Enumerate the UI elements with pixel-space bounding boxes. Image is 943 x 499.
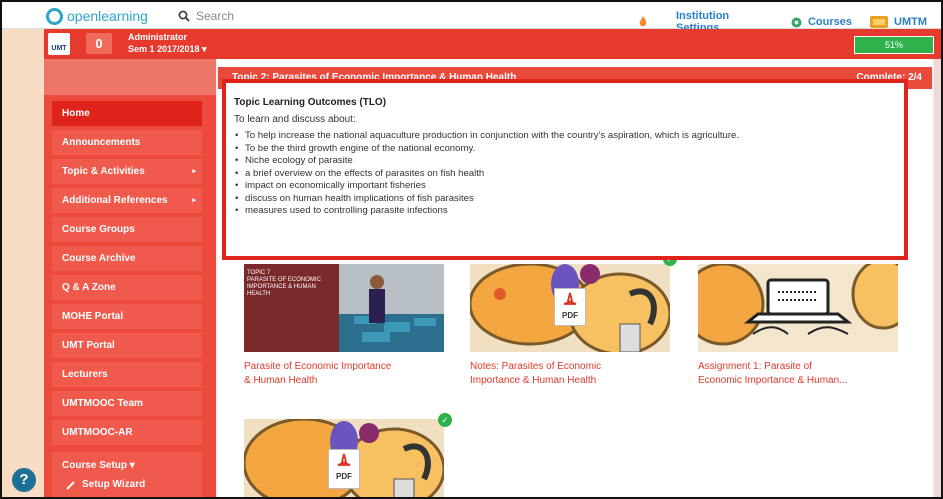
sidebar-item-qa-zone[interactable]: Q & A Zone [52,275,202,300]
courses-icon [791,17,802,27]
semester-selector[interactable]: Sem 1 2017/2018 ▾ [128,43,207,55]
sidebar-header [44,59,216,95]
sidebar-item-mohe-portal[interactable]: MOHE Portal [52,304,202,329]
course-setup-section[interactable]: Course Setup ▾ Setup Wizard [52,452,202,497]
sidebar-item-additional-references[interactable]: Additional References ▸ [52,188,202,213]
tlo-item: To help increase the national aquacultur… [234,130,896,143]
activity-card[interactable]: PDF ✓ [244,413,452,497]
sidebar-item-home[interactable]: Home [52,101,202,126]
laptop-illustration [698,264,898,352]
sidebar-item-course-archive[interactable]: Course Archive [52,246,202,271]
card-title-line-1: Assignment 1: Parasite of [698,361,812,372]
card-title-line-1: Notes: Parasites of Economic [470,361,602,372]
flame-icon [639,16,647,27]
sidebar-item-course-groups[interactable]: Course Groups [52,217,202,242]
help-button[interactable]: ? [12,468,36,492]
sidebar-item-umtmooc-team[interactable]: UMTMOOC Team [52,391,202,416]
top-navigation-bar: openlearning Search Institution Settings [2,2,941,34]
sidebar-item-label: UMTMOOC-AR [62,427,133,438]
sidebar-item-umt-portal[interactable]: UMT Portal [52,333,202,358]
institution-label: UMTM [894,16,927,28]
tlo-intro: To learn and discuss about: [234,114,356,125]
sidebar-menu: Home Announcements Topic & Activities ▸ A… [52,101,202,449]
right-scroll-strip [934,59,941,497]
sidebar: Home Announcements Topic & Activities ▸ A… [44,59,216,497]
search-icon [178,10,190,22]
user-info[interactable]: Administrator Sem 1 2017/2018 ▾ [128,31,207,55]
courses-label: Courses [807,16,852,28]
slide-title-text: TOPIC 7 PARASITE OF ECONOMIC IMPORTANCE … [247,270,321,297]
tlo-item: To be the third growth engine of the nat… [234,143,896,156]
wand-icon [66,480,75,490]
sidebar-item-label: Q & A Zone [62,282,116,293]
setup-wizard-link[interactable]: Setup Wizard [62,479,192,490]
screen-frame: openlearning Search Institution Settings [0,0,943,499]
card-title[interactable]: Assignment 1: Parasite of Economic Impor… [698,360,898,388]
logo-ring-icon [46,7,63,25]
sidebar-item-topic-activities[interactable]: Topic & Activities ▸ [52,159,202,184]
card-title-line-2: Economic Importance & Human... [698,375,848,386]
pdf-thumbnail: PDF [244,419,444,497]
notification-count[interactable]: 0 [86,33,112,54]
courses-link[interactable]: Courses [791,16,852,28]
search-placeholder: Search [196,9,235,23]
acrobat-icon [337,453,351,466]
search-box[interactable]: Search [178,9,234,23]
tlo-item: Niche ecology of parasite [234,155,896,168]
sidebar-item-label: UMT Portal [62,340,115,351]
openlearning-logo[interactable]: openlearning [46,7,148,25]
sidebar-item-announcements[interactable]: Announcements [52,130,202,155]
activity-card[interactable]: PDF Notes: Parasites of Economic Importa… [470,264,670,388]
tlo-item: a brief overview on the effects of paras… [234,168,896,181]
tlo-item: impact on economically important fisheri… [234,180,896,193]
course-progress-badge: 51% [854,36,934,54]
institution-link[interactable]: UMTM [870,16,927,28]
card-title-line-1: Parasite of Economic Importance [244,361,392,372]
institution-badge-icon [870,16,888,28]
pdf-icon: PDF [554,288,586,326]
pdf-label: PDF [336,472,352,481]
pdf-icon: PDF [328,449,360,489]
card-title[interactable]: Parasite of Economic Importance & Human … [244,360,444,388]
brand-name: openlearning [67,8,148,24]
left-margin-strip [2,29,44,497]
video-thumbnail: TOPIC 7 PARASITE OF ECONOMIC IMPORTANCE … [244,264,444,352]
sidebar-item-label: MOHE Portal [62,311,124,322]
pdf-thumbnail: PDF [470,264,670,352]
completed-check-icon: ✓ [438,413,452,427]
umt-logo: UMT [48,33,70,55]
card-title[interactable]: Notes: Parasites of Economic Importance … [470,360,670,388]
card-title-line-2: Importance & Human Health [470,375,597,386]
user-role: Administrator [128,32,188,42]
pdf-label: PDF [562,311,578,320]
activity-card[interactable]: TOPIC 7 PARASITE OF ECONOMIC IMPORTANCE … [244,264,444,388]
sidebar-item-label: Lecturers [62,369,108,380]
acrobat-icon [563,292,577,305]
sidebar-item-label: Additional References [62,195,168,206]
sidebar-item-label: Course Groups [62,224,135,235]
sidebar-item-label: Topic & Activities [62,166,145,177]
notification-item[interactable] [638,16,648,28]
chevron-right-icon: ▸ [192,168,196,175]
activity-card[interactable]: Assignment 1: Parasite of Economic Impor… [698,264,898,388]
sidebar-item-label: Announcements [62,137,141,148]
assignment-thumbnail [698,264,898,352]
tlo-list: To help increase the national aquacultur… [234,130,896,218]
sidebar-item-umtmooc-ar[interactable]: UMTMOOC-AR [52,420,202,445]
tlo-item: discuss on human health implications of … [234,193,896,206]
card-title-line-2: & Human Health [244,375,318,386]
sidebar-item-label: Home [62,108,90,119]
sidebar-item-label: Course Archive [62,253,136,264]
sidebar-item-lecturers[interactable]: Lecturers [52,362,202,387]
tlo-item: measures used to controlling parasite in… [234,205,896,218]
chevron-right-icon: ▸ [192,197,196,204]
tlo-title: Topic Learning Outcomes (TLO) [234,97,387,108]
topic-learning-outcomes-panel: Topic Learning Outcomes (TLO) To learn a… [222,79,908,260]
sidebar-item-label: UMTMOOC Team [62,398,143,409]
course-setup-label: Course Setup ▾ [62,460,135,471]
setup-wizard-label: Setup Wizard [82,479,146,490]
